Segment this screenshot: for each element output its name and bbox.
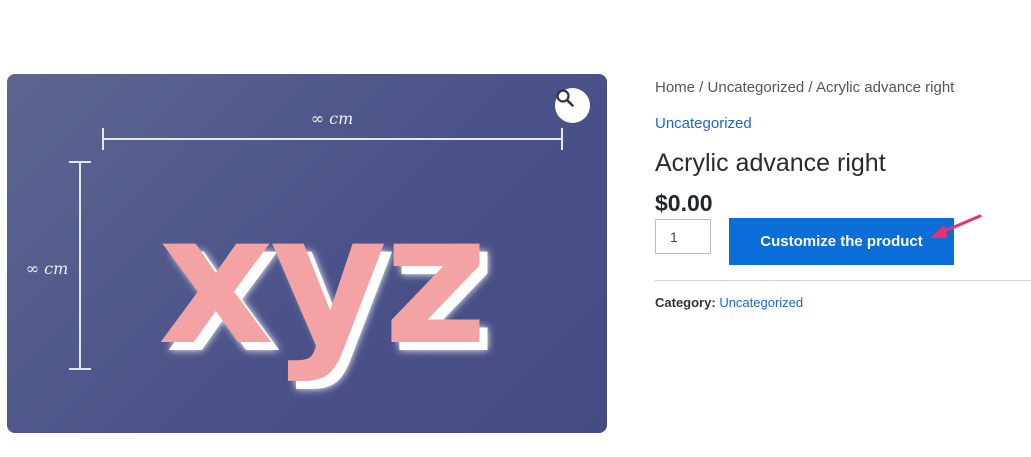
- breadcrumb-separator: /: [804, 79, 816, 96]
- product-price: $0.00: [655, 190, 713, 216]
- breadcrumb-home[interactable]: Home: [655, 79, 695, 96]
- height-dimension-label: ∞ cm: [26, 259, 69, 278]
- quantity-input[interactable]: [655, 219, 711, 254]
- magnifier-icon: [556, 89, 574, 107]
- breadcrumb-separator: /: [695, 79, 708, 96]
- customize-product-button[interactable]: Customize the product: [729, 218, 954, 265]
- meta-category-link[interactable]: Uncategorized: [719, 295, 803, 310]
- product-title: Acrylic advance right: [655, 149, 886, 177]
- height-dimension-line: [69, 161, 91, 370]
- breadcrumb: Home / Uncategorized / Acrylic advance r…: [655, 79, 954, 96]
- divider: [655, 280, 1031, 281]
- annotation-arrow-icon: [930, 214, 982, 238]
- width-dimension-line: [102, 128, 563, 150]
- zoom-button[interactable]: [555, 88, 590, 123]
- width-dimension-label: ∞ cm: [311, 109, 354, 128]
- breadcrumb-current: Acrylic advance right: [815, 79, 955, 96]
- product-meta: Category: Uncategorized: [655, 295, 803, 310]
- breadcrumb-category[interactable]: Uncategorized: [708, 79, 805, 96]
- meta-category-label: Category:: [655, 295, 716, 310]
- category-link[interactable]: Uncategorized: [655, 115, 752, 132]
- product-image-gallery[interactable]: ∞ cm ∞ cm xyz xyz: [7, 74, 607, 433]
- image-text: xyz: [158, 176, 484, 385]
- product-image: ∞ cm ∞ cm xyz xyz: [26, 109, 563, 393]
